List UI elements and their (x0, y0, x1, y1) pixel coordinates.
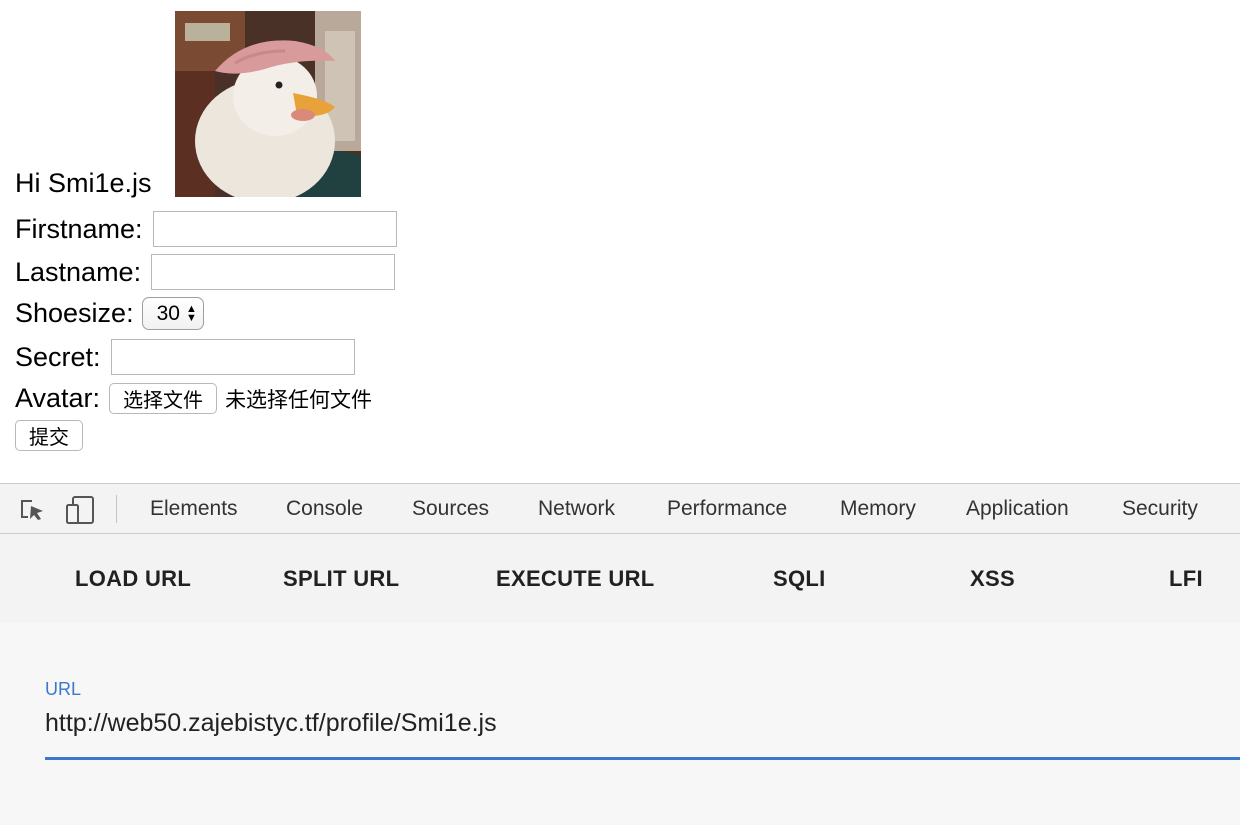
url-panel: URL http://web50.zajebistyc.tf/profile/S… (0, 623, 1240, 825)
avatar-image (175, 11, 361, 197)
url-label: URL (45, 679, 82, 699)
greeting-text: Hi Smi1e.js (15, 168, 152, 198)
secret-label: Secret: (15, 341, 101, 372)
profile-form: Hi Smi1e.js Firstname: Lastname: Shoesiz… (15, 0, 615, 470)
firstname-row: Firstname: (15, 211, 397, 247)
shoesize-label: Shoesize: (15, 298, 134, 328)
hackbar-toolbar: LOAD URL SPLIT URL EXECUTE URL SQLI XSS … (0, 534, 1240, 623)
lfi-button[interactable]: LFI (1169, 566, 1203, 592)
shoesize-value: 30 (156, 301, 180, 325)
avatar-upload-row: Avatar: 选择文件 未选择任何文件 (15, 383, 372, 414)
tab-console[interactable]: Console (286, 497, 363, 521)
page: Hi Smi1e.js Firstname: Lastname: Shoesiz… (0, 0, 1240, 825)
firstname-input[interactable] (152, 211, 397, 247)
sqli-button[interactable]: SQLI (773, 566, 826, 592)
tab-security[interactable]: Security (1122, 497, 1198, 521)
submit-row: 提交 (15, 420, 83, 451)
devtools-toolbar: Elements Console Sources Network Perform… (0, 483, 1240, 534)
lastname-row: Lastname: (15, 254, 396, 290)
shoesize-row: Shoesize: 30 ▲ ▼ (15, 297, 204, 330)
tab-memory[interactable]: Memory (840, 497, 916, 521)
tab-elements[interactable]: Elements (150, 497, 238, 521)
secret-input[interactable] (110, 339, 355, 375)
load-url-button[interactable]: LOAD URL (75, 566, 191, 592)
lastname-label: Lastname: (15, 256, 142, 287)
duck-photo (175, 11, 361, 197)
tab-performance[interactable]: Performance (667, 497, 787, 521)
avatar-label: Avatar: (15, 383, 101, 413)
shoesize-select[interactable]: 30 ▲ ▼ (141, 297, 204, 330)
device-toolbar-icon[interactable] (64, 495, 96, 530)
inspect-element-icon[interactable] (18, 497, 46, 528)
xss-button[interactable]: XSS (970, 566, 1015, 592)
tab-sources[interactable]: Sources (412, 497, 489, 521)
select-arrows-icon: ▲ ▼ (185, 302, 197, 324)
submit-button[interactable]: 提交 (15, 420, 83, 451)
tab-network[interactable]: Network (538, 497, 615, 521)
split-url-button[interactable]: SPLIT URL (283, 566, 399, 592)
firstname-label: Firstname: (15, 213, 143, 244)
secret-row: Secret: (15, 339, 355, 375)
no-file-chosen-text: 未选择任何文件 (225, 387, 373, 412)
toolbar-divider (116, 495, 117, 523)
lastname-input[interactable] (151, 254, 396, 290)
tab-application[interactable]: Application (966, 497, 1069, 521)
execute-url-button[interactable]: EXECUTE URL (496, 566, 655, 592)
choose-file-button[interactable]: 选择文件 (109, 383, 218, 414)
url-input-underline (45, 757, 1240, 760)
url-input[interactable]: http://web50.zajebistyc.tf/profile/Smi1e… (45, 709, 497, 738)
